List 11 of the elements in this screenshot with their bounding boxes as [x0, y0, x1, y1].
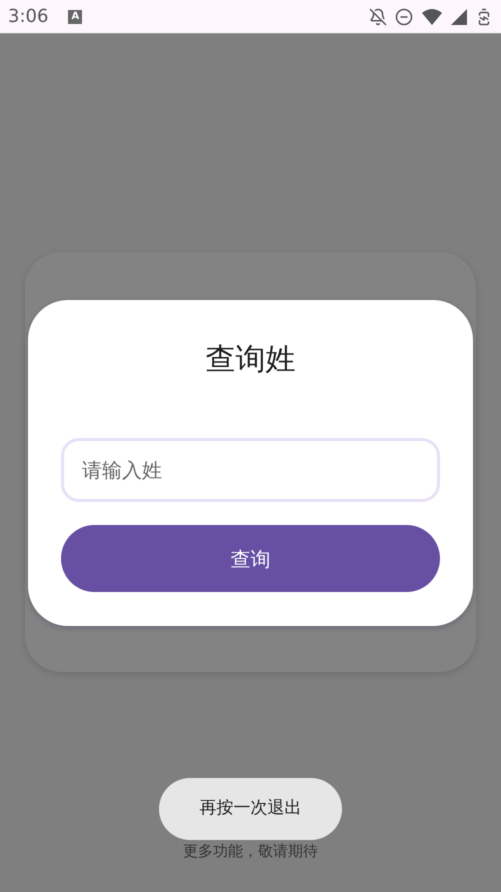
surname-input-field[interactable]: 请输入姓: [61, 438, 440, 502]
wifi-icon: [421, 8, 443, 26]
signal-icon: [451, 8, 467, 24]
status-time: 3:06: [8, 5, 48, 29]
app-notification-icon: A: [68, 10, 82, 24]
bell-off-icon: [369, 8, 387, 26]
dialog-title: 查询姓: [206, 341, 296, 379]
query-button[interactable]: 查询: [61, 525, 440, 592]
do-not-disturb-icon: [395, 8, 413, 26]
toast: 再按一次退出: [159, 778, 342, 840]
footer-text: 更多功能，敬请期待: [183, 840, 318, 862]
